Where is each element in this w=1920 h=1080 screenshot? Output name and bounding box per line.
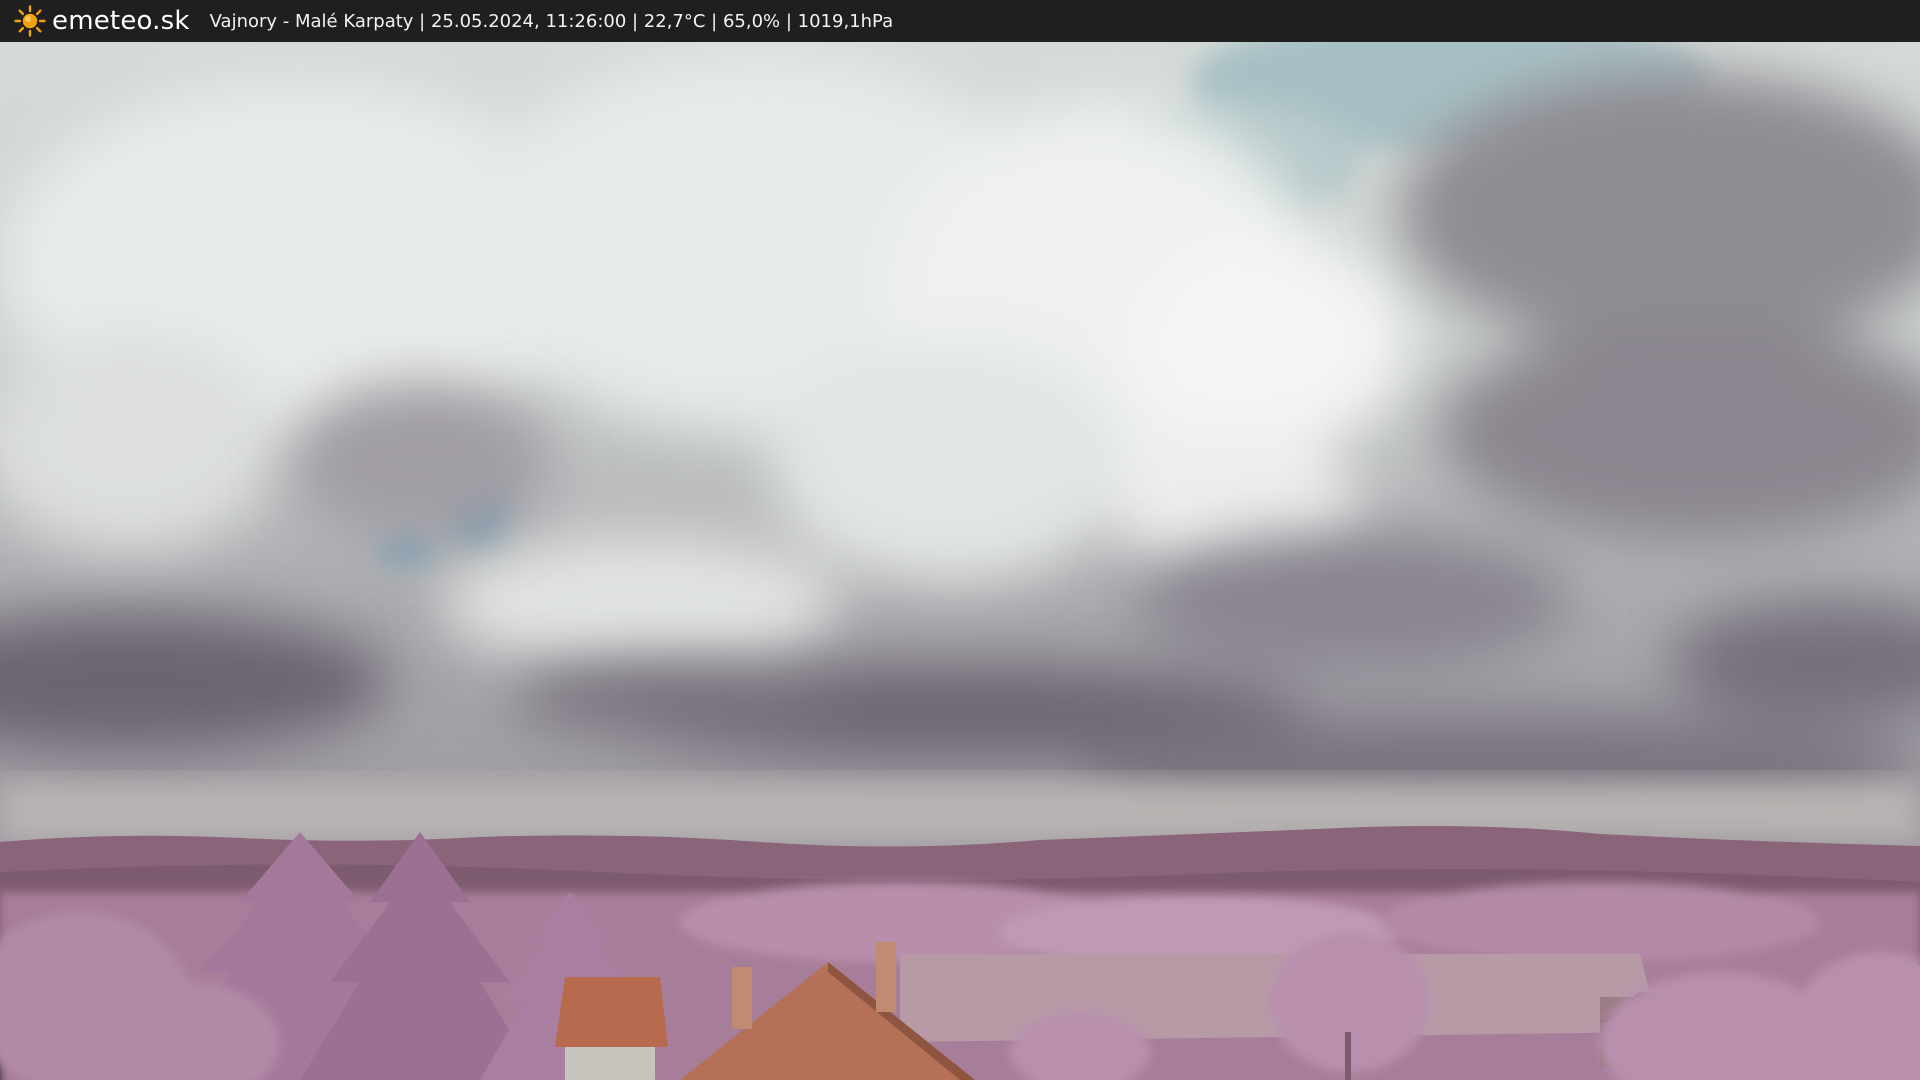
brand-name: emeteo.sk: [52, 6, 190, 36]
sun-icon: [14, 5, 46, 37]
logo[interactable]: emeteo.sk: [14, 0, 190, 42]
webcam-scene: [0, 42, 1920, 1080]
station-caption: Vajnory - Malé Karpaty | 25.05.2024, 11:…: [209, 10, 894, 32]
house-left: [555, 977, 668, 1080]
webcam-image: [0, 42, 1920, 1080]
top-bar: emeteo.sk Vajnory - Malé Karpaty | 25.05…: [0, 0, 1920, 42]
